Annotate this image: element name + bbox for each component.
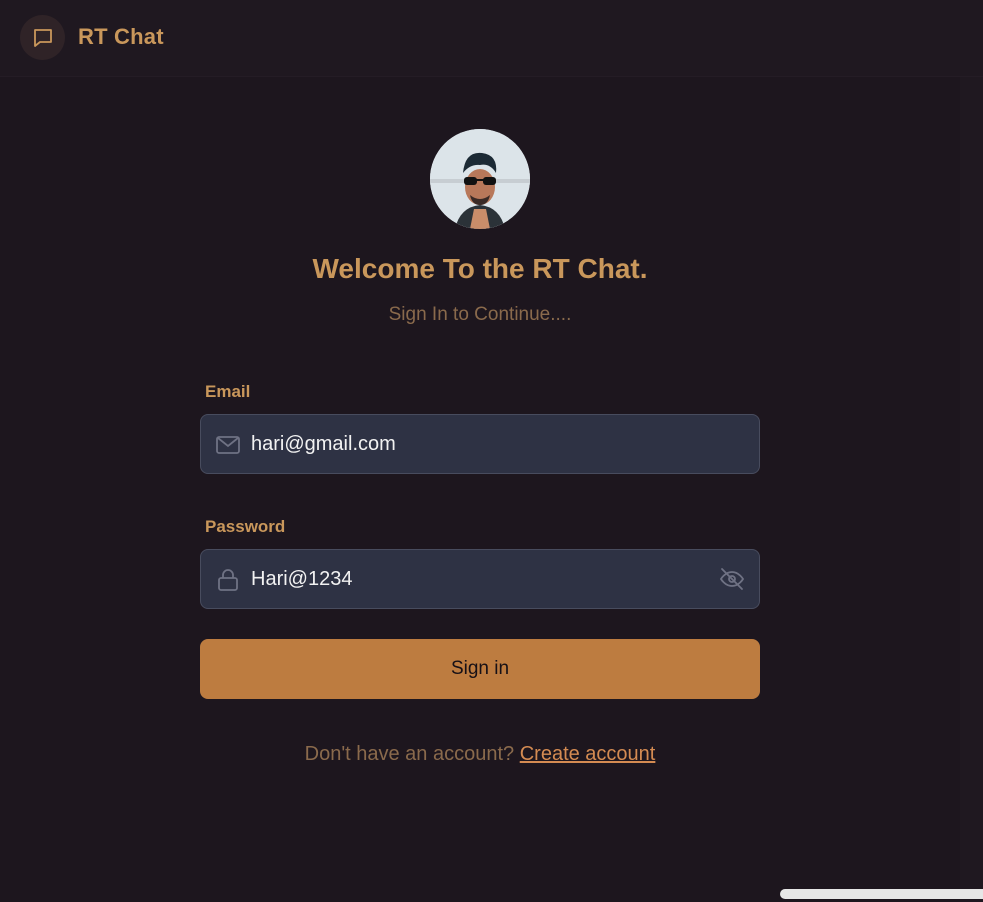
email-label: Email <box>205 382 251 401</box>
horizontal-scrollbar[interactable] <box>780 889 983 899</box>
password-input[interactable] <box>251 550 701 608</box>
lock-icon <box>218 569 238 591</box>
top-navbar: RT Chat <box>0 0 983 77</box>
welcome-heading: Welcome To the RT Chat. <box>312 253 648 284</box>
email-field-container[interactable] <box>200 414 760 474</box>
password-field-container[interactable] <box>200 549 760 609</box>
email-input[interactable] <box>251 415 701 473</box>
eye-off-icon[interactable] <box>719 567 745 591</box>
right-edge-strip <box>960 77 983 902</box>
signup-prompt: Don't have an account? Create account <box>0 743 960 766</box>
profile-avatar <box>430 129 530 229</box>
logo-badge[interactable] <box>20 15 65 60</box>
avatar-photo <box>430 129 530 229</box>
app-title[interactable]: RT Chat <box>78 24 164 50</box>
signin-subtitle: Sign In to Continue.... <box>388 304 572 325</box>
signin-button[interactable]: Sign in <box>200 639 760 699</box>
create-account-link[interactable]: Create account <box>520 743 656 765</box>
password-label: Password <box>205 517 286 536</box>
signup-prompt-text: Don't have an account? <box>304 743 515 765</box>
mail-icon <box>216 436 240 454</box>
chat-bubble-icon <box>33 28 52 47</box>
